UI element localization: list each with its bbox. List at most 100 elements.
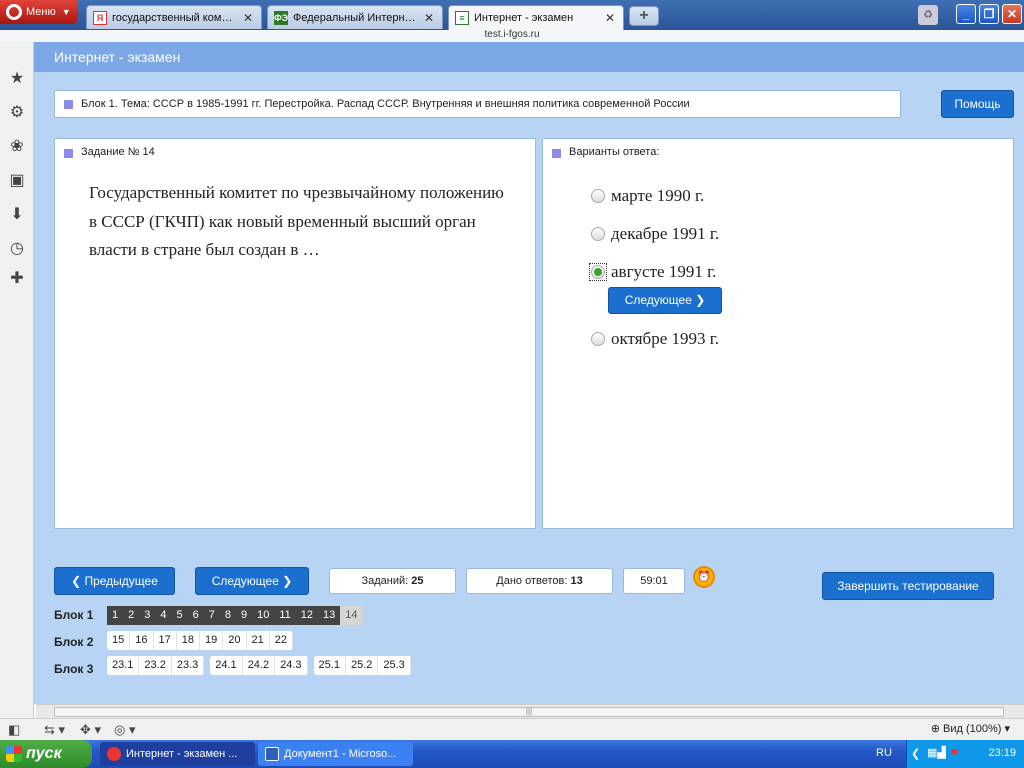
question-number-button[interactable]: 9 xyxy=(236,606,253,625)
history-icon[interactable]: ◷ xyxy=(8,240,26,258)
help-button[interactable]: Помощь xyxy=(941,90,1014,118)
question-number-button[interactable]: 5 xyxy=(171,606,188,625)
url-display[interactable]: test.i-fgos.ru xyxy=(0,30,1024,42)
question-panel: Задание № 14 Государственный комитет по … xyxy=(54,138,536,529)
yandex-favicon-icon: Я xyxy=(93,10,107,25)
question-number-button[interactable]: 25.1 xyxy=(313,656,346,675)
maximize-button[interactable]: ❐ xyxy=(979,4,999,24)
question-number-button[interactable]: 16 xyxy=(130,631,154,650)
question-number-button[interactable]: 4 xyxy=(155,606,172,625)
sync-icon[interactable]: ⇆ ▾ xyxy=(44,722,65,738)
network-icon[interactable]: ▦▟ xyxy=(927,746,946,759)
question-number-button[interactable]: 18 xyxy=(176,631,200,650)
horizontal-scrollbar[interactable]: ||| xyxy=(36,704,1024,718)
radio-button[interactable] xyxy=(591,227,605,241)
page-title: Интернет - экзамен xyxy=(34,42,1024,72)
square-bullet-icon xyxy=(552,149,561,158)
question-number-button[interactable]: 1 xyxy=(107,606,124,625)
answer-option-4[interactable]: октябре 1993 г. xyxy=(591,329,719,349)
trash-icon[interactable]: ♻ xyxy=(918,5,938,25)
fepo-favicon-icon: ФЭ xyxy=(273,10,289,25)
zoom-icon: ⊕ xyxy=(930,723,943,735)
taskbar-item-word[interactable]: Документ1 - Microso... xyxy=(258,742,413,766)
question-number-button[interactable]: 6 xyxy=(187,606,204,625)
tab-fepo[interactable]: ФЭ Федеральный Интерне... ✕ xyxy=(267,5,443,29)
system-tray: ❮ ▦▟ ■ 23:19 xyxy=(906,740,1024,768)
bookmarks-icon[interactable]: ★ xyxy=(8,70,26,88)
next-button[interactable]: Следующее ❯ xyxy=(195,567,309,595)
tab-title: государственный коми... xyxy=(112,11,236,24)
notes-icon[interactable]: ▣ xyxy=(8,172,26,190)
close-icon[interactable]: ✕ xyxy=(241,11,255,25)
start-button[interactable]: пуск xyxy=(0,740,92,768)
tray-alert-icon[interactable]: ■ xyxy=(951,746,958,758)
taskbar-item-label: Документ1 - Microso... xyxy=(284,748,397,760)
question-group: 24.1 24.2 24.3 xyxy=(210,656,308,675)
downloads-icon[interactable]: ⬇ xyxy=(8,206,26,224)
window-close-button[interactable]: ✕ xyxy=(1002,4,1022,24)
opera-menu-button[interactable]: Меню ▼ xyxy=(0,0,78,24)
inline-next-label: Следующее xyxy=(624,293,692,307)
question-number-button[interactable]: 12 xyxy=(295,606,319,625)
answered-count: 13 xyxy=(570,575,583,587)
question-number-button[interactable]: 22 xyxy=(269,631,293,650)
minimize-button[interactable]: _ xyxy=(956,4,976,24)
tab-internet-exam[interactable]: ≡ Интернет - экзамен ✕ xyxy=(448,5,624,30)
close-icon[interactable]: ✕ xyxy=(422,11,436,25)
zoom-control[interactable]: ⊕ Вид (100%) ▾ xyxy=(931,722,1010,735)
question-number-button[interactable]: 14 xyxy=(340,606,363,625)
language-indicator[interactable]: RU xyxy=(876,747,892,759)
panel-toggle-icon[interactable]: ◧ xyxy=(8,722,20,738)
tray-expand-icon[interactable]: ❮ xyxy=(911,747,920,760)
radio-button[interactable] xyxy=(591,189,605,203)
question-number-button[interactable]: 8 xyxy=(219,606,236,625)
question-number-button[interactable]: 24.2 xyxy=(242,656,276,675)
page-favicon-icon: ≡ xyxy=(455,11,469,25)
scrollbar-thumb[interactable]: ||| xyxy=(54,707,1004,717)
question-number-button[interactable]: 10 xyxy=(252,606,275,625)
question-number-button[interactable]: 23.1 xyxy=(107,656,140,675)
chevron-right-icon: ❯ xyxy=(695,293,706,307)
square-bullet-icon xyxy=(64,100,73,109)
question-number-button[interactable]: 3 xyxy=(139,606,156,625)
block-2-nav: 15 16 17 18 19 20 21 22 xyxy=(107,631,293,650)
unite-icon[interactable]: ❀ xyxy=(8,138,26,156)
question-number-button[interactable]: 2 xyxy=(123,606,140,625)
question-number-button[interactable]: 23.2 xyxy=(139,656,172,675)
question-number-button[interactable]: 25.2 xyxy=(345,656,379,675)
radio-button-selected[interactable] xyxy=(591,265,605,279)
answer-option-3[interactable]: августе 1991 г. xyxy=(589,262,716,282)
alarm-clock-icon: ⏰ xyxy=(693,566,715,588)
question-number-button[interactable]: 21 xyxy=(246,631,270,650)
block-2-label: Блок 2 xyxy=(54,635,94,649)
page-content: Интернет - экзамен Блок 1. Тема: СССР в … xyxy=(34,42,1024,718)
question-number-button[interactable]: 24.1 xyxy=(210,656,243,675)
answer-option-2[interactable]: декабре 1991 г. xyxy=(591,224,719,244)
taskbar-item-opera[interactable]: Интернет - экзамен ... xyxy=(100,742,255,766)
question-number-button[interactable]: 24.3 xyxy=(275,656,308,675)
add-panel-icon[interactable]: ✚ xyxy=(8,270,26,288)
gear-icon[interactable]: ⚙ xyxy=(8,104,26,122)
tab-yandex[interactable]: Я государственный коми... ✕ xyxy=(86,5,262,29)
timer: 59:01 xyxy=(623,568,685,594)
turbo-icon[interactable]: ◎ ▾ xyxy=(114,722,135,738)
question-number-button[interactable]: 7 xyxy=(203,606,220,625)
close-icon[interactable]: ✕ xyxy=(603,11,617,25)
finish-test-button[interactable]: Завершить тестирование xyxy=(822,572,994,600)
browser-status-bar: ◧ ⇆ ▾ ✥ ▾ ◎ ▾ ⊕ Вид (100%) ▾ xyxy=(0,718,1024,740)
question-number-button[interactable]: 15 xyxy=(107,631,131,650)
question-number-button[interactable]: 20 xyxy=(223,631,247,650)
previous-label: Предыдущее xyxy=(84,574,158,588)
new-tab-button[interactable]: + xyxy=(629,6,659,26)
question-number-button[interactable]: 17 xyxy=(153,631,177,650)
radio-button[interactable] xyxy=(591,332,605,346)
question-number-button[interactable]: 23.3 xyxy=(171,656,205,675)
unite-status-icon[interactable]: ✥ ▾ xyxy=(80,722,101,738)
previous-button[interactable]: ❮ Предыдущее xyxy=(54,567,175,595)
question-number-button[interactable]: 11 xyxy=(274,606,296,625)
answer-option-1[interactable]: марте 1990 г. xyxy=(591,186,704,206)
question-number-button[interactable]: 19 xyxy=(200,631,224,650)
question-number-button[interactable]: 13 xyxy=(318,606,341,625)
question-number-button[interactable]: 25.3 xyxy=(378,656,411,675)
inline-next-button[interactable]: Следующее ❯ xyxy=(608,287,722,314)
